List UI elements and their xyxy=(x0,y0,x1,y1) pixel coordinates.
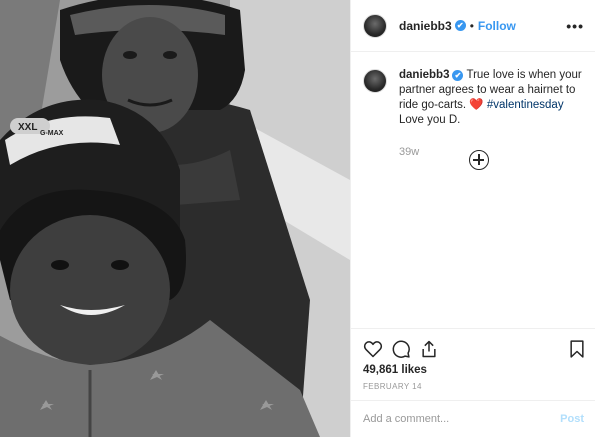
comment-icon[interactable] xyxy=(391,339,411,359)
caption-time-ago[interactable]: 39w xyxy=(399,146,585,158)
post-side-panel: daniebb3 ✔ • Follow ••• daniebb3 ✔ True l… xyxy=(350,0,595,437)
post-header: daniebb3 ✔ • Follow ••• xyxy=(351,0,595,52)
helmet-size-label: XXL xyxy=(18,122,37,133)
post-date[interactable]: FEBRUARY 14 xyxy=(363,382,422,391)
heart-emoji: ❤️ xyxy=(469,99,484,111)
caption-body-end: Love you D. xyxy=(399,114,461,126)
caption-text: daniebb3 ✔ True love is when your partner… xyxy=(399,68,585,128)
bookmark-icon[interactable] xyxy=(567,339,587,359)
verified-badge-icon: ✔ xyxy=(452,70,464,81)
more-options-icon[interactable]: ••• xyxy=(566,18,584,34)
helmet-brand-label: G-MAX xyxy=(40,130,64,137)
heart-icon[interactable] xyxy=(363,339,383,359)
photo-illustration: XXL G-MAX xyxy=(0,0,350,437)
hashtag-link[interactable]: #valentinesday xyxy=(487,99,564,111)
likes-count[interactable]: 49,861 likes xyxy=(363,364,427,376)
comment-bar: Post xyxy=(351,400,595,437)
post-photo[interactable]: XXL G-MAX xyxy=(0,0,350,437)
verified-badge-icon: ✔ xyxy=(454,20,466,31)
action-bar xyxy=(351,328,595,368)
caption-avatar[interactable] xyxy=(363,69,387,93)
post-comment-button[interactable]: Post xyxy=(560,413,584,425)
avatar[interactable] xyxy=(363,13,387,38)
caption-username[interactable]: daniebb3 xyxy=(399,69,449,81)
header-username[interactable]: daniebb3 xyxy=(399,19,452,33)
separator-dot: • xyxy=(469,18,474,33)
comment-input[interactable] xyxy=(363,413,561,425)
share-icon[interactable] xyxy=(419,339,439,359)
caption: daniebb3 ✔ True love is when your partner… xyxy=(363,68,585,158)
follow-button[interactable]: Follow xyxy=(478,19,516,33)
plus-circle-icon[interactable] xyxy=(469,150,489,170)
